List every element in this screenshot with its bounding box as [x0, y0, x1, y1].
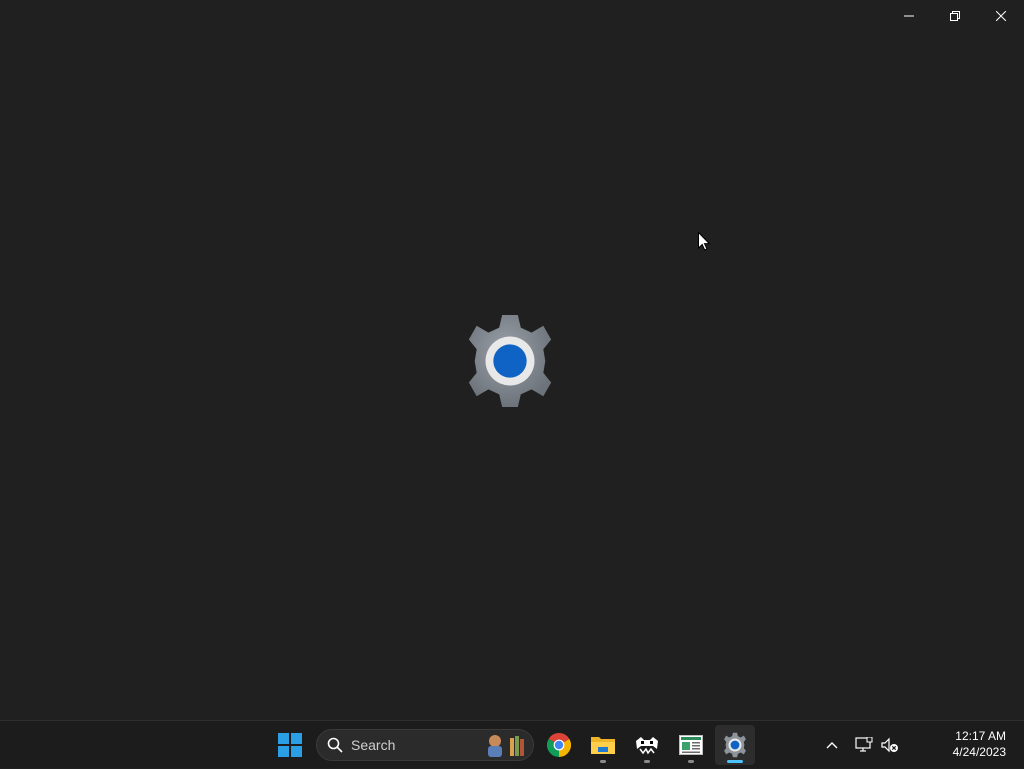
- restore-button[interactable]: [932, 0, 978, 32]
- search-label: Search: [351, 737, 396, 753]
- windows-start-icon: [278, 733, 302, 757]
- running-indicator: [644, 760, 650, 763]
- running-indicator: [688, 760, 694, 763]
- clock-time: 12:17 AM: [955, 729, 1006, 743]
- restore-icon: [950, 11, 960, 21]
- system-tray: 12:17 AM 4/24/2023: [824, 721, 1024, 769]
- caption-controls: [886, 0, 1024, 32]
- network-icon: [855, 737, 873, 752]
- file-explorer-icon: [591, 737, 615, 754]
- network-button[interactable]: [852, 733, 876, 757]
- taskbar-app-file-explorer[interactable]: [583, 725, 623, 765]
- taskbar-app-chrome[interactable]: [539, 725, 579, 765]
- news-app-icon: [679, 735, 703, 755]
- mouse-cursor-icon: [698, 232, 710, 251]
- start-button[interactable]: [270, 725, 310, 765]
- search-highlight-icon: [488, 735, 524, 757]
- close-button[interactable]: [978, 0, 1024, 32]
- taskbar-app-news[interactable]: [671, 725, 711, 765]
- taskbar-app-settings[interactable]: [715, 725, 755, 765]
- clock-date: 4/24/2023: [952, 745, 1006, 759]
- game-app-icon: [636, 737, 658, 755]
- search-box[interactable]: Search: [316, 729, 534, 761]
- volume-muted-icon: [881, 737, 898, 753]
- minimize-button[interactable]: [886, 0, 932, 32]
- close-icon: [996, 11, 1006, 21]
- settings-window: [0, 0, 1024, 720]
- settings-gear-icon: [468, 314, 552, 408]
- settings-icon: [724, 732, 746, 758]
- minimize-icon: [904, 15, 914, 17]
- active-indicator: [727, 760, 743, 763]
- search-icon: [327, 737, 343, 753]
- volume-button[interactable]: [878, 733, 902, 757]
- show-hidden-icons-button[interactable]: [820, 733, 844, 757]
- clock[interactable]: 12:17 AM 4/24/2023: [953, 728, 1006, 760]
- taskbar-app-game[interactable]: [627, 725, 667, 765]
- chevron-up-icon: [826, 742, 838, 749]
- running-indicator: [600, 760, 606, 763]
- chrome-icon: [547, 733, 571, 757]
- taskbar: Search 12:17 AM 4/24/2023: [0, 720, 1024, 768]
